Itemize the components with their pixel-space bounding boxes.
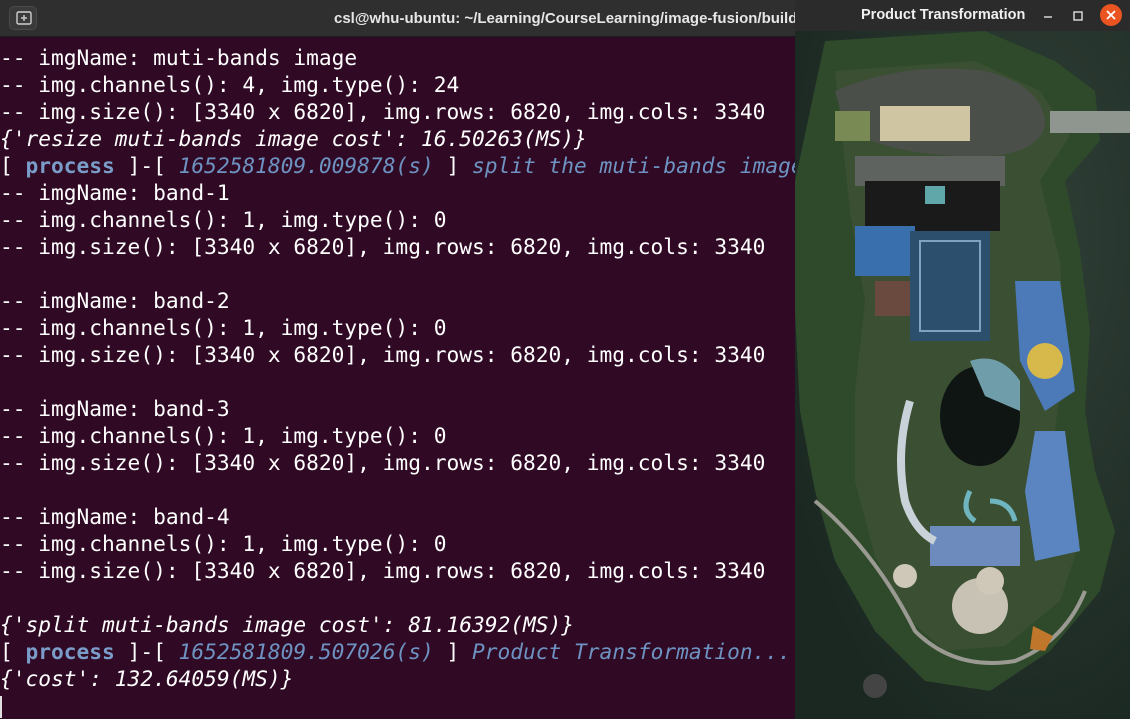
- terminal-line: -- img.size(): [3340 x 6820], img.rows: …: [0, 450, 766, 475]
- maximize-button[interactable]: [1068, 6, 1088, 26]
- terminal-line: -- img.channels(): 1, img.type(): 0: [0, 207, 447, 232]
- terminal-line: -- img.channels(): 4, img.type(): 24: [0, 72, 460, 97]
- terminal-line: -- imgName: band-3: [0, 396, 230, 421]
- terminal-window[interactable]: csl@whu-ubuntu: ~/Learning/CourseLearnin…: [0, 0, 795, 719]
- process-tag: process: [25, 639, 115, 664]
- viewer-title: Product Transformation: [861, 7, 1026, 23]
- terminal-line: -- imgName: band-2: [0, 288, 230, 313]
- viewer-titlebar[interactable]: Product Transformation: [795, 0, 1130, 31]
- process-tag: process: [25, 153, 115, 178]
- terminal-line: -- img.channels(): 1, img.type(): 0: [0, 531, 447, 556]
- terminal-line-cost: {'resize muti-bands image cost': 16.5026…: [0, 126, 587, 151]
- bracket: [: [0, 153, 26, 178]
- process-message: split the muti-bands image: [472, 153, 795, 178]
- terminal-line: -- img.size(): [3340 x 6820], img.rows: …: [0, 234, 766, 259]
- terminal-line: -- img.channels(): 1, img.type(): 0: [0, 423, 447, 448]
- bracket: ]-[: [114, 153, 179, 178]
- close-button[interactable]: [1100, 4, 1122, 26]
- aerial-image[interactable]: [795, 31, 1130, 719]
- terminal-titlebar[interactable]: csl@whu-ubuntu: ~/Learning/CourseLearnin…: [0, 0, 795, 37]
- bracket: [: [0, 639, 26, 664]
- new-tab-icon: [16, 11, 32, 25]
- timestamp: 1652581809.009878(s): [178, 153, 434, 178]
- terminal-cursor: [0, 696, 2, 718]
- new-tab-button[interactable]: [9, 6, 37, 30]
- aerial-photo: [795, 31, 1130, 719]
- terminal-title: csl@whu-ubuntu: ~/Learning/CourseLearnin…: [334, 10, 795, 27]
- terminal-output[interactable]: -- imgName: muti-bands image -- img.chan…: [0, 44, 795, 719]
- terminal-line-process: [ process ]-[ 1652581809.507026(s) ] Pro…: [0, 638, 795, 665]
- terminal-line-process: [ process ]-[ 1652581809.009878(s) ] spl…: [0, 152, 795, 179]
- terminal-line: -- imgName: band-4: [0, 504, 230, 529]
- terminal-line: -- imgName: muti-bands image: [0, 45, 358, 70]
- process-message: Product Transformation...: [472, 639, 791, 664]
- close-icon: [1106, 10, 1116, 20]
- minimize-button[interactable]: [1038, 6, 1058, 26]
- terminal-line: -- img.size(): [3340 x 6820], img.rows: …: [0, 342, 766, 367]
- terminal-line: -- img.size(): [3340 x 6820], img.rows: …: [0, 558, 766, 583]
- terminal-prompt-line[interactable]: [0, 692, 795, 719]
- image-viewer-window[interactable]: Product Transformation: [795, 0, 1130, 719]
- timestamp: 1652581809.507026(s): [178, 639, 434, 664]
- bracket: ]-[: [114, 639, 179, 664]
- terminal-line-cost: {'cost': 132.64059(MS)}: [0, 666, 294, 691]
- terminal-line: -- img.channels(): 1, img.type(): 0: [0, 315, 447, 340]
- bracket: ]: [433, 153, 472, 178]
- maximize-icon: [1073, 11, 1083, 21]
- terminal-line-cost: {'split muti-bands image cost': 81.16392…: [0, 612, 575, 637]
- minimize-icon: [1044, 16, 1052, 18]
- terminal-line: -- img.size(): [3340 x 6820], img.rows: …: [0, 99, 766, 124]
- terminal-line: -- imgName: band-1: [0, 180, 230, 205]
- bracket: ]: [433, 639, 472, 664]
